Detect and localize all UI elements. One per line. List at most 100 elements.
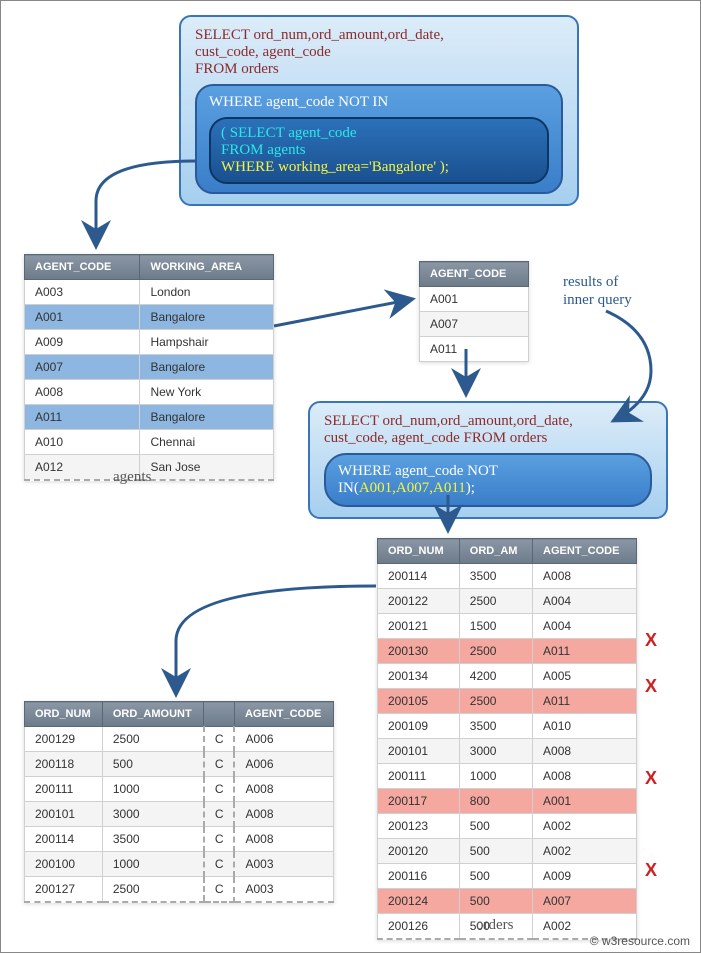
agent-code-cell: A007: [25, 355, 140, 380]
agent-code-cell: A010: [25, 430, 140, 455]
final-header-amount: ORD_AMOUNT: [102, 702, 203, 727]
excluded-x-icon: X: [645, 630, 657, 651]
agent-area-cell: Bangalore: [140, 305, 274, 330]
orders-header-agent: AGENT_CODE: [533, 539, 637, 564]
excluded-x-icon: X: [645, 676, 657, 697]
final-header-agent: AGENT_CODE: [234, 702, 333, 727]
final-num-cell: 200129: [25, 727, 103, 752]
final-row: 2001001000CA003: [25, 852, 334, 877]
final-torn-cell: C: [204, 802, 235, 827]
excluded-x-icon: X: [645, 768, 657, 789]
agent-code-cell: A008: [25, 380, 140, 405]
agent-code-cell: A011: [25, 405, 140, 430]
order-agent-cell: A008: [533, 739, 637, 764]
final-amount-cell: 1000: [102, 777, 203, 802]
order-agent-cell: A005: [533, 664, 637, 689]
final-amount-cell: 2500: [102, 877, 203, 903]
order-num-cell: 200120: [378, 839, 460, 864]
sql2-line1: SELECT ord_num,ord_amount,ord_date,: [324, 413, 652, 430]
sql2-wherec: );: [466, 480, 475, 496]
agents-row: A011Bangalore: [25, 405, 274, 430]
agents-row: A008New York: [25, 380, 274, 405]
order-amount-cell: 1000: [459, 764, 532, 789]
agent-area-cell: London: [140, 280, 274, 305]
order-num-cell: 200130: [378, 639, 460, 664]
order-amount-cell: 500: [459, 814, 532, 839]
final-amount-cell: 1000: [102, 852, 203, 877]
final-agent-cell: A008: [234, 802, 333, 827]
order-amount-cell: 500: [459, 839, 532, 864]
order-agent-cell: A008: [533, 764, 637, 789]
order-agent-cell: A011: [533, 689, 637, 714]
orders-row: 200123500A002: [378, 814, 637, 839]
order-num-cell: 200117: [378, 789, 460, 814]
orders-row: 2001052500A011: [378, 689, 637, 714]
agents-caption: agents: [113, 469, 151, 486]
final-num-cell: 200111: [25, 777, 103, 802]
order-num-cell: 200123: [378, 814, 460, 839]
orders-row: 200124500A007: [378, 889, 637, 914]
final-num-cell: 200101: [25, 802, 103, 827]
final-row: 2001272500CA003: [25, 877, 334, 903]
agent-area-cell: Bangalore: [140, 355, 274, 380]
orders-row: 2001344200A005: [378, 664, 637, 689]
agents-header-area: WORKING_AREA: [140, 255, 274, 280]
orders-header-amount: ORD_AM: [459, 539, 532, 564]
order-num-cell: 200122: [378, 589, 460, 614]
agents-header-code: AGENT_CODE: [25, 255, 140, 280]
agents-row: A001Bangalore: [25, 305, 274, 330]
order-num-cell: 200105: [378, 689, 460, 714]
agent-area-cell: Chennai: [140, 430, 274, 455]
order-num-cell: 200114: [378, 564, 460, 589]
sql2-where-box: WHERE agent_code NOT IN(A001,A007,A011);: [324, 453, 652, 507]
order-amount-cell: 2500: [459, 589, 532, 614]
final-result-table: ORD_NUM ORD_AMOUNT AGENT_CODE 2001292500…: [24, 701, 334, 903]
inner-result-header: AGENT_CODE: [420, 262, 529, 287]
final-num-cell: 200100: [25, 852, 103, 877]
final-row: 200118500CA006: [25, 752, 334, 777]
final-num-cell: 200127: [25, 877, 103, 903]
final-torn-cell: C: [204, 777, 235, 802]
agent-area-cell: Bangalore: [140, 405, 274, 430]
sql-inner-from: FROM agents: [221, 142, 537, 159]
orders-caption: orders: [476, 917, 514, 934]
agents-row: A003London: [25, 280, 274, 305]
orders-row: 2001222500A004: [378, 589, 637, 614]
order-agent-cell: A004: [533, 589, 637, 614]
order-amount-cell: 2500: [459, 689, 532, 714]
inner-result-label2: inner query: [563, 292, 632, 309]
orders-row: 2001302500A011: [378, 639, 637, 664]
agent-area-cell: New York: [140, 380, 274, 405]
order-amount-cell: 1500: [459, 614, 532, 639]
final-amount-cell: 3000: [102, 802, 203, 827]
orders-row: 2001111000A008: [378, 764, 637, 789]
sql-where-line: WHERE agent_code NOT IN: [209, 94, 549, 111]
agent-area-cell: Hampshair: [140, 330, 274, 355]
final-num-cell: 200114: [25, 827, 103, 852]
order-amount-cell: 4200: [459, 664, 532, 689]
order-num-cell: 200124: [378, 889, 460, 914]
order-amount-cell: 500: [459, 864, 532, 889]
order-num-cell: 200134: [378, 664, 460, 689]
inner-result-table: AGENT_CODE A001A007A011: [419, 261, 529, 362]
order-amount-cell: 2500: [459, 639, 532, 664]
agent-code-cell: A001: [25, 305, 140, 330]
sql2-whereb: A001,A007,A011: [359, 480, 466, 496]
agent-code-cell: A003: [25, 280, 140, 305]
final-header-torn: [204, 702, 235, 727]
final-torn-cell: C: [204, 727, 235, 752]
orders-header-num: ORD_NUM: [378, 539, 460, 564]
sql-select-line1: SELECT ord_num,ord_amount,ord_date,: [195, 27, 563, 44]
order-num-cell: 200121: [378, 614, 460, 639]
final-agent-cell: A006: [234, 727, 333, 752]
sql-from-line: FROM orders: [195, 61, 563, 78]
agents-row: A007Bangalore: [25, 355, 274, 380]
final-amount-cell: 2500: [102, 727, 203, 752]
order-agent-cell: A011: [533, 639, 637, 664]
order-amount-cell: 3000: [459, 739, 532, 764]
final-torn-cell: C: [204, 827, 235, 852]
order-agent-cell: A004: [533, 614, 637, 639]
sql-where-mid-box: WHERE agent_code NOT IN ( SELECT agent_c…: [195, 84, 563, 194]
excluded-x-icon: X: [645, 860, 657, 881]
order-num-cell: 200116: [378, 864, 460, 889]
